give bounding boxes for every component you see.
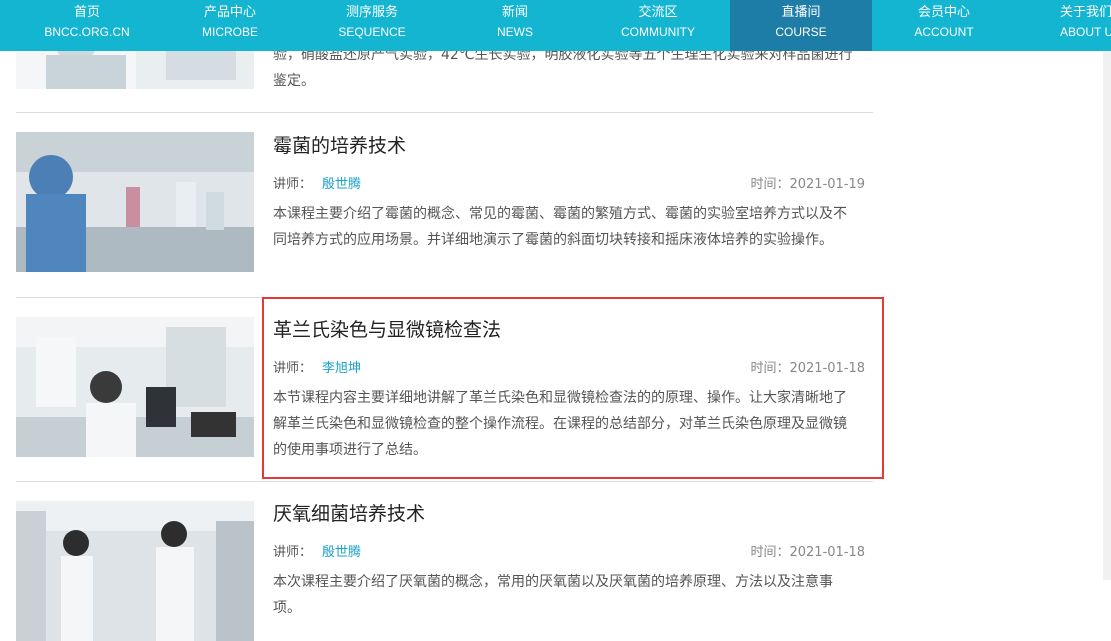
nav-news[interactable]: 新闻 NEWS xyxy=(444,0,586,51)
course-thumbnail[interactable] xyxy=(16,501,254,641)
course-description: 本节课程内容主要详细地讲解了革兰氏染色和显微镜检查法的的原理、操作。让大家清晰地… xyxy=(273,390,847,458)
nav-account-en: ACCOUNT xyxy=(914,25,974,39)
teacher-name[interactable]: 殷世腾 xyxy=(322,545,361,560)
microscope-photo-icon xyxy=(16,317,254,457)
nav-sequence-cn: 测序服务 xyxy=(345,5,398,20)
course-time: 时间：2021-01-18 xyxy=(750,361,865,376)
nav-home-cn: 首页 xyxy=(73,5,100,20)
teacher-name[interactable]: 李旭坤 xyxy=(322,361,361,376)
course-item: 厌氧细菌培养技术 讲师： 殷世腾 时间：2021-01-18 本次课程主要介绍了厌… xyxy=(16,482,873,641)
course-teacher: 讲师： 李旭坤 xyxy=(273,357,361,376)
nav-news-cn: 新闻 xyxy=(501,5,528,20)
scrollbar[interactable] xyxy=(1103,51,1111,580)
nav-home[interactable]: 首页 BNCC.ORG.CN xyxy=(16,0,158,51)
nav-news-en: NEWS xyxy=(497,25,533,39)
lab-photo-icon xyxy=(16,501,254,641)
nav-community-cn: 交流区 xyxy=(638,5,678,20)
nav-course[interactable]: 直播间 COURSE xyxy=(730,0,872,51)
nav-microbe[interactable]: 产品中心 MICROBE xyxy=(159,0,301,51)
nav-community-en: COMMUNITY xyxy=(621,25,695,39)
teacher-name[interactable]: 殷世腾 xyxy=(322,177,361,192)
course-description: 本课程主要介绍了霉菌的概念、常见的霉菌、霉菌的繁殖方式、霉菌的实验室培养方式以及… xyxy=(273,206,847,248)
nav-microbe-cn: 产品中心 xyxy=(203,5,256,20)
teacher-label: 讲师： xyxy=(273,361,313,376)
course-item: 革兰氏染色与显微镜检查法 讲师： 李旭坤 时间：2021-01-18 本节课程内容… xyxy=(16,298,873,481)
course-teacher: 讲师： 殷世腾 xyxy=(273,541,361,560)
course-title[interactable]: 革兰氏染色与显微镜检查法 xyxy=(273,318,501,342)
course-thumbnail[interactable] xyxy=(16,317,254,457)
course-description: 本次课程主要介绍了厌氧菌的概念，常用的厌氧菌以及厌氧菌的培养原理、方法以及注意事… xyxy=(273,574,833,616)
nav-microbe-en: MICROBE xyxy=(201,25,258,39)
nav-about-cn: 关于我们 xyxy=(1060,5,1111,20)
nav-about-en: ABOUT US xyxy=(1060,25,1111,39)
course-title[interactable]: 霉菌的培养技术 xyxy=(273,134,406,158)
course-item: 霉菌的培养技术 讲师： 殷世腾 时间：2021-01-19 本课程主要介绍了霉菌的… xyxy=(16,113,873,297)
course-time: 时间：2021-01-18 xyxy=(750,545,865,560)
nav-sequence-en: SEQUENCE xyxy=(338,25,406,39)
teacher-label: 讲师： xyxy=(273,545,313,560)
nav-course-cn: 直播间 xyxy=(781,5,821,20)
lab-photo-icon xyxy=(16,132,254,272)
course-teacher: 讲师： 殷世腾 xyxy=(273,173,361,192)
course-thumbnail[interactable] xyxy=(16,132,254,272)
nav-community[interactable]: 交流区 COMMUNITY xyxy=(587,0,729,51)
teacher-label: 讲师： xyxy=(273,177,313,192)
nav-course-en: COURSE xyxy=(775,25,827,39)
course-title[interactable]: 厌氧细菌培养技术 xyxy=(273,502,425,526)
top-nav: 首页 BNCC.ORG.CN 产品中心 MICROBE 测序服务 SEQUENC… xyxy=(0,0,1111,51)
nav-home-en: BNCC.ORG.CN xyxy=(44,25,130,39)
nav-about[interactable]: 关于我们 ABOUT US xyxy=(1016,0,1111,51)
course-time: 时间：2021-01-19 xyxy=(750,177,865,192)
nav-sequence[interactable]: 测序服务 SEQUENCE xyxy=(301,0,443,51)
nav-account-cn: 会员中心 xyxy=(917,5,970,20)
nav-account[interactable]: 会员中心 ACCOUNT xyxy=(873,0,1015,51)
